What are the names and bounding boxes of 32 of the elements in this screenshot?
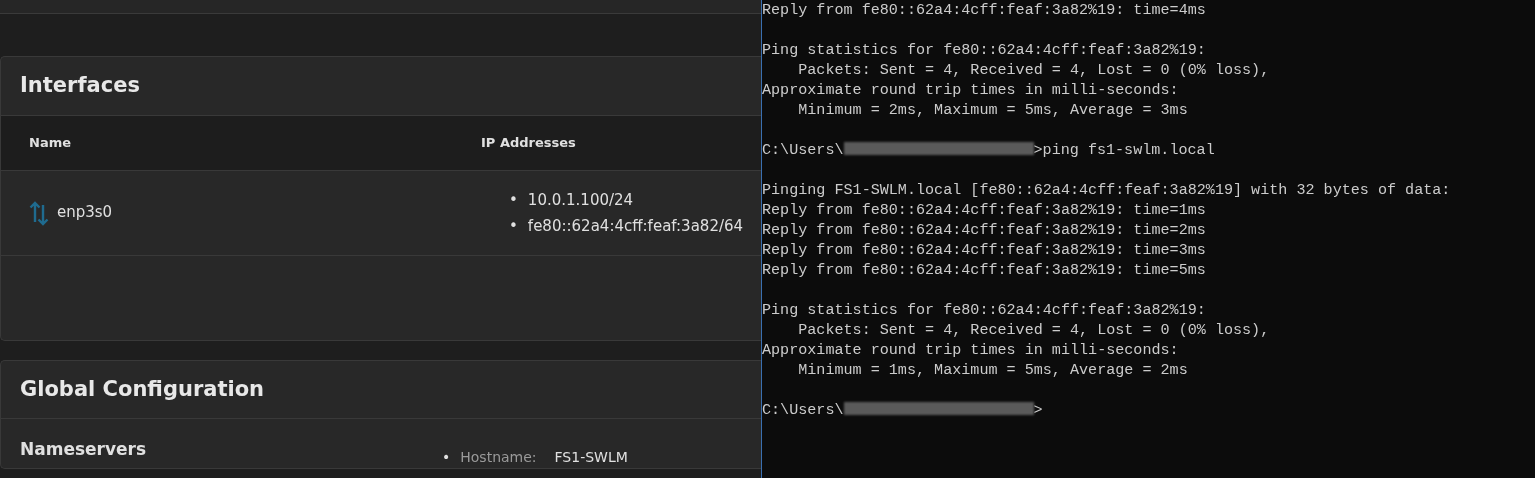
section-title: Nameservers — [20, 439, 147, 459]
ip-address: fe80::62a4:4cff:feaf:3a82/64 — [527, 215, 744, 237]
terminal-line: Minimum = 2ms, Maximum = 5ms, Average = 3ms — [797, 101, 1188, 119]
terminal-line: Reply from fe80::62a4:4cff:feaf:3a82%19: time=3ms — [762, 241, 1206, 259]
setting-value: FS1-SWLM — [554, 449, 628, 465]
terminal-line: Reply from fe80::62a4:4cff:feaf:3a82%19: time=2ms — [762, 221, 1206, 239]
bullet: • — [509, 215, 518, 237]
terminal-line: Packets: Sent = 4, Received = 4, Lost = 0 (0% loss), — [797, 61, 1270, 79]
terminal-line: Approximate round trip times in milli-seconds: — [762, 81, 1179, 99]
terminal-line: Reply from fe80::62a4:4cff:feaf:3a82%19: time=1ms — [762, 201, 1206, 219]
terminal-line: Packets: Sent = 4, Received = 4, Lost = 0 (0% loss), — [797, 321, 1270, 339]
terminal-line: Reply from fe80::62a4:4cff:feaf:3a82%19: time=4ms — [762, 1, 1206, 19]
terminal-line: Minimum = 1ms, Maximum = 5ms, Average = 2ms — [797, 361, 1188, 379]
terminal-command: >ping fs1-swlm.local — [1033, 141, 1215, 159]
terminal-command: > — [1033, 401, 1043, 419]
bullet: • — [509, 189, 518, 211]
terminal-line: Pinging FS1-SWLM.local [fe80::62a4:4cff:feaf:3a82%19] with 32 bytes of data: — [762, 181, 1451, 199]
terminal-line: Ping statistics for fe80::62a4:4cff:feaf:3a82%19: — [762, 41, 1206, 59]
terminal-line: Ping statistics for fe80::62a4:4cff:feaf:3a82%19: — [762, 301, 1206, 319]
prompt-path: C:\Users\ — [762, 141, 844, 159]
interface-name: enp3s0 — [57, 202, 113, 224]
ip-address: 10.0.1.100/24 — [527, 189, 634, 211]
terminal-line: Reply from fe80::62a4:4cff:feaf:3a82%19: time=5ms — [762, 261, 1206, 279]
bullet: • — [442, 449, 451, 465]
up-down-arrows-icon — [29, 199, 49, 226]
prompt-path: C:\Users\ — [762, 401, 844, 419]
terminal-line: Approximate round trip times in milli-seconds: — [762, 341, 1179, 359]
column-header: IP Addresses — [481, 134, 576, 150]
panel-title: Interfaces — [1, 57, 761, 116]
setting-label: Hostname: — [460, 449, 537, 465]
panel-title: Global Configuration — [1, 360, 761, 419]
column-header: Name — [29, 134, 71, 150]
